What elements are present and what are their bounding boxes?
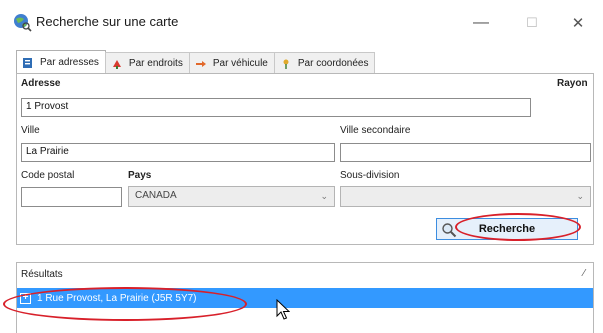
search-button-label: Recherche <box>478 223 536 235</box>
subdivision-select[interactable]: ⌄ <box>340 186 591 207</box>
tab-label: Par véhicule <box>212 58 268 69</box>
tab-label: Par coordonées <box>297 58 369 69</box>
results-header: Résultats ⁄ <box>17 263 593 287</box>
tab-par-adresses[interactable]: Par adresses <box>16 50 106 74</box>
chevron-down-icon: ⌄ <box>576 191 584 201</box>
result-item-label: 1 Rue Provost, La Prairie (J5R 5Y7) <box>37 292 197 304</box>
city-field[interactable]: La Prairie <box>21 143 335 162</box>
search-mode-tabs: Par adresses Par endroits Par véhicule P… <box>16 50 376 74</box>
city-label: Ville <box>21 125 40 136</box>
tab-par-vehicule[interactable]: Par véhicule <box>188 52 275 74</box>
result-item[interactable]: + 1 Rue Provost, La Prairie (J5R 5Y7) <box>17 288 593 308</box>
radius-label: Rayon <box>557 78 588 89</box>
results-title: Résultats <box>21 269 63 280</box>
address-label: Adresse <box>21 78 61 89</box>
chevron-down-icon: ⌄ <box>320 191 328 201</box>
title-bar: Recherche sur une carte — ☐ ✕ <box>0 0 603 46</box>
tab-par-coordonees[interactable]: Par coordonées <box>273 52 376 74</box>
window-title: Recherche sur une carte <box>36 14 179 29</box>
coordinate-pin-icon <box>280 58 292 70</box>
country-select[interactable]: CANADA ⌄ <box>128 186 335 207</box>
mouse-cursor-icon <box>276 299 290 320</box>
secondary-city-label: Ville secondaire <box>340 125 411 136</box>
expand-icon[interactable]: + <box>20 292 31 304</box>
close-button[interactable]: ✕ <box>560 6 596 40</box>
vehicle-arrow-icon <box>195 58 207 70</box>
tab-label: Par adresses <box>40 57 99 68</box>
location-arrows-icon <box>111 58 123 70</box>
tab-label: Par endroits <box>128 58 183 69</box>
results-panel: Résultats ⁄ + 1 Rue Provost, La Prairie … <box>16 262 594 333</box>
magnifier-icon <box>442 223 457 238</box>
globe-search-icon <box>14 14 32 32</box>
address-book-icon <box>22 57 34 69</box>
country-value: CANADA <box>135 190 177 201</box>
pin-icon[interactable]: ⁄ <box>583 268 585 279</box>
country-label: Pays <box>128 170 152 181</box>
subdivision-label: Sous-division <box>340 170 400 181</box>
address-field[interactable]: 1 Provost <box>21 98 531 117</box>
minimize-button[interactable]: — <box>463 6 499 40</box>
secondary-city-field[interactable] <box>340 143 591 162</box>
maximize-button[interactable]: ☐ <box>514 6 550 40</box>
postal-code-field[interactable] <box>21 187 122 207</box>
tab-par-endroits[interactable]: Par endroits <box>104 52 190 74</box>
postal-code-label: Code postal <box>21 170 75 181</box>
search-button[interactable]: Recherche <box>436 218 578 240</box>
